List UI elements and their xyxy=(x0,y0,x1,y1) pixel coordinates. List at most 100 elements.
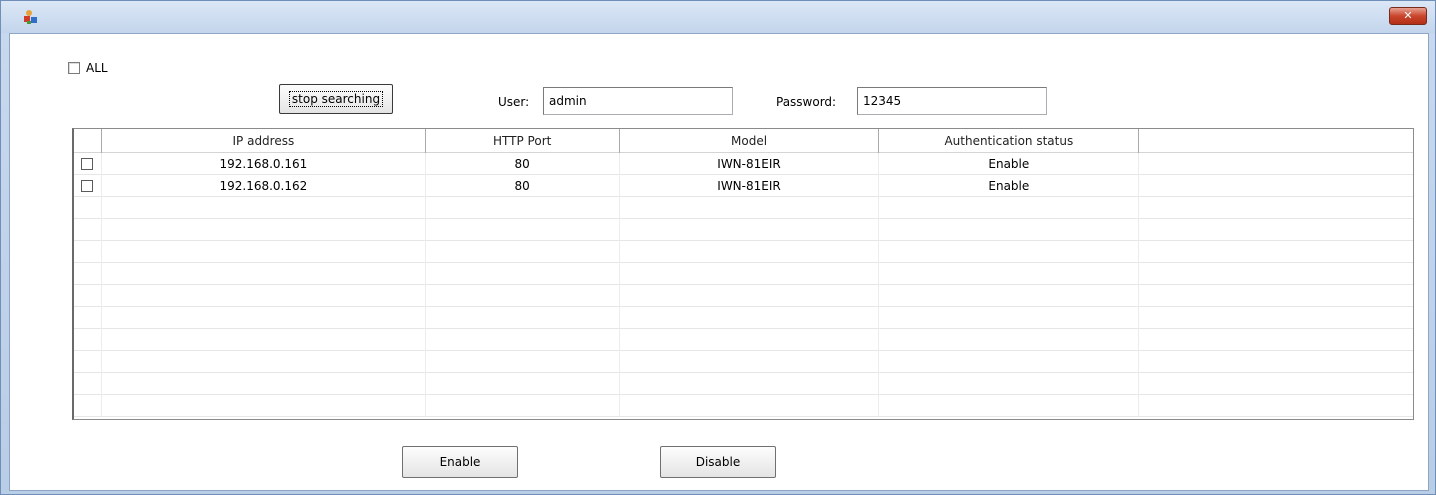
empty-cell xyxy=(74,329,102,351)
empty-cell xyxy=(620,351,880,373)
empty-cell xyxy=(1139,263,1413,285)
table-row-empty xyxy=(74,285,1413,307)
table-row[interactable]: 192.168.0.161 80 IWN-81EIR Enable xyxy=(74,153,1413,175)
table-row-empty xyxy=(74,307,1413,329)
empty-cell xyxy=(74,285,102,307)
table-row-empty xyxy=(74,351,1413,373)
table-row[interactable]: 192.168.0.162 80 IWN-81EIR Enable xyxy=(74,175,1413,197)
row-checkbox-cell[interactable] xyxy=(74,175,102,197)
empty-cell xyxy=(102,329,426,351)
empty-cell xyxy=(102,307,426,329)
empty-cell xyxy=(1139,285,1413,307)
empty-cell xyxy=(879,241,1140,263)
empty-cell xyxy=(620,307,880,329)
device-table: IP address HTTP Port Model Authenticatio… xyxy=(72,128,1414,420)
empty-rows xyxy=(74,197,1413,417)
empty-cell xyxy=(74,263,102,285)
close-button[interactable]: ✕ xyxy=(1389,7,1427,25)
empty-cell xyxy=(1139,351,1413,373)
empty-cell xyxy=(1139,241,1413,263)
empty-cell xyxy=(620,395,880,417)
empty-cell xyxy=(74,197,102,219)
empty-cell xyxy=(879,329,1140,351)
user-label: User: xyxy=(498,95,530,109)
password-label: Password: xyxy=(776,95,837,109)
empty-cell xyxy=(620,373,880,395)
select-all-checkbox[interactable]: ALL xyxy=(68,60,108,76)
empty-cell xyxy=(102,285,426,307)
empty-cell xyxy=(102,197,426,219)
checkbox-icon[interactable] xyxy=(68,62,80,74)
empty-cell xyxy=(74,307,102,329)
ip-address-cell: 192.168.0.162 xyxy=(102,175,426,197)
table-row-empty xyxy=(74,373,1413,395)
empty-cell xyxy=(102,263,426,285)
select-all-label: ALL xyxy=(86,61,108,75)
stop-searching-label: stop searching xyxy=(288,91,384,107)
empty-cell xyxy=(74,351,102,373)
header-http-port[interactable]: HTTP Port xyxy=(426,129,620,153)
header-checkbox-column[interactable] xyxy=(74,129,102,153)
empty-cell xyxy=(879,373,1140,395)
empty-cell xyxy=(74,219,102,241)
empty-cell xyxy=(426,373,620,395)
table-row-empty xyxy=(74,395,1413,417)
empty-cell xyxy=(1139,197,1413,219)
empty-cell xyxy=(879,219,1140,241)
extra-cell xyxy=(1139,175,1413,197)
empty-cell xyxy=(74,395,102,417)
empty-cell xyxy=(1139,373,1413,395)
table-row-empty xyxy=(74,329,1413,351)
header-ip-address[interactable]: IP address xyxy=(102,129,426,153)
empty-cell xyxy=(879,351,1140,373)
password-input[interactable]: 12345 xyxy=(857,87,1047,115)
http-port-cell: 80 xyxy=(426,175,620,197)
table-header: IP address HTTP Port Model Authenticatio… xyxy=(74,129,1413,153)
empty-cell xyxy=(74,241,102,263)
empty-cell xyxy=(1139,307,1413,329)
empty-cell xyxy=(879,285,1140,307)
empty-cell xyxy=(426,263,620,285)
empty-cell xyxy=(879,307,1140,329)
empty-cell xyxy=(102,241,426,263)
empty-cell xyxy=(102,395,426,417)
empty-cell xyxy=(620,263,880,285)
empty-cell xyxy=(102,219,426,241)
empty-cell xyxy=(879,197,1140,219)
stop-searching-button[interactable]: stop searching xyxy=(279,84,393,114)
title-bar: ✕ xyxy=(1,1,1435,33)
ip-address-cell: 192.168.0.161 xyxy=(102,153,426,175)
empty-cell xyxy=(102,351,426,373)
empty-cell xyxy=(1139,329,1413,351)
auth-status-cell: Enable xyxy=(879,175,1140,197)
checkbox-icon[interactable] xyxy=(81,158,94,170)
user-input[interactable]: admin xyxy=(543,87,733,115)
table-row-empty xyxy=(74,197,1413,219)
empty-cell xyxy=(879,395,1140,417)
row-checkbox-cell[interactable] xyxy=(74,153,102,175)
empty-cell xyxy=(426,395,620,417)
table-row-empty xyxy=(74,263,1413,285)
empty-cell xyxy=(620,329,880,351)
enable-button[interactable]: Enable xyxy=(402,446,518,478)
empty-cell xyxy=(426,307,620,329)
empty-cell xyxy=(426,241,620,263)
app-icon xyxy=(24,10,37,24)
empty-cell xyxy=(620,285,880,307)
table-row-empty xyxy=(74,219,1413,241)
header-model[interactable]: Model xyxy=(620,129,880,153)
empty-cell xyxy=(74,373,102,395)
model-cell: IWN-81EIR xyxy=(620,153,880,175)
model-cell: IWN-81EIR xyxy=(620,175,880,197)
extra-cell xyxy=(1139,153,1413,175)
empty-cell xyxy=(426,351,620,373)
empty-cell xyxy=(102,373,426,395)
empty-cell xyxy=(426,285,620,307)
header-extra-column xyxy=(1139,129,1413,153)
empty-cell xyxy=(426,219,620,241)
empty-cell xyxy=(620,197,880,219)
disable-button[interactable]: Disable xyxy=(660,446,776,478)
empty-cell xyxy=(426,197,620,219)
header-authentication-status[interactable]: Authentication status xyxy=(879,129,1140,153)
checkbox-icon[interactable] xyxy=(81,180,94,192)
